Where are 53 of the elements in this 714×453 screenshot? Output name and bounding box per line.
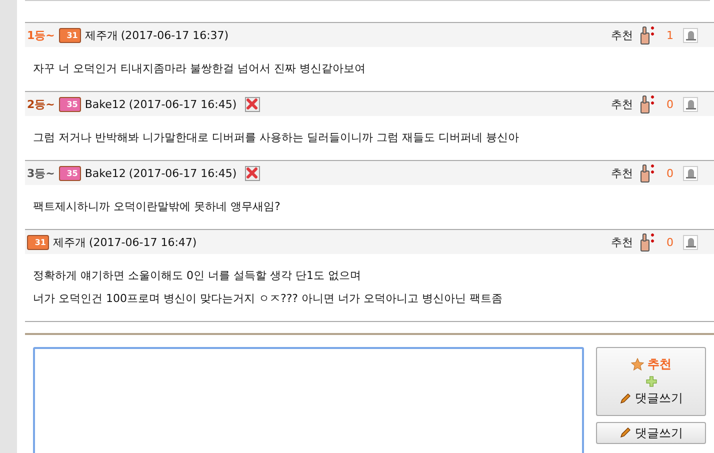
pencil-icon — [619, 427, 631, 439]
recommend-label: 추천 — [648, 356, 672, 373]
comment-author[interactable]: 제주개 — [84, 28, 118, 42]
comment-author[interactable]: Bake12 — [84, 98, 126, 110]
level-badge: 35 — [58, 96, 81, 112]
comment-time: (2017-06-17 16:47) — [89, 236, 197, 248]
siren-icon — [684, 167, 696, 179]
comment-time: (2017-06-17 16:45) — [128, 166, 237, 180]
close-icon — [246, 167, 258, 179]
recommend-label: 추천 — [611, 96, 633, 112]
report-button[interactable] — [683, 28, 698, 42]
comment-text: 팩트제시하니까 오덕이란말밖에 못하네 앵무새임? — [33, 199, 282, 215]
rank-label: 1등~ — [27, 28, 55, 42]
recommend-count: 1 — [666, 28, 674, 42]
comment-author[interactable]: Bake12 — [84, 166, 126, 180]
star-icon — [630, 358, 644, 371]
thumbs-up-icon[interactable] — [639, 94, 657, 114]
comment-text: 자꾸 너 오덕인거 티내지좀마라 불쌍한걸 넘어서 진짜 병신같아보여 — [33, 61, 366, 77]
plus-icon — [646, 376, 656, 387]
report-button[interactable] — [683, 96, 698, 112]
siren-icon — [684, 98, 696, 110]
rank-label: 3등~ — [27, 166, 55, 180]
recommend-count: 0 — [666, 236, 674, 248]
comment-time: (2017-06-17 16:37) — [120, 28, 229, 42]
report-button[interactable] — [683, 234, 698, 250]
recommend-write-button[interactable]: 추천 댓글쓰기 — [596, 347, 706, 416]
write-button[interactable]: 댓글쓰기 — [596, 422, 706, 444]
recommend-label: 추천 — [611, 234, 633, 250]
comment-text: 정확하게 얘기하면 소울이해도 0인 너를 설득할 생각 단1도 없으며 — [33, 268, 362, 284]
delete-button[interactable] — [244, 96, 260, 112]
level-badge: 31 — [27, 234, 49, 250]
thumbs-up-icon[interactable] — [639, 25, 657, 45]
level-badge: 31 — [58, 28, 81, 42]
comment-input[interactable] — [33, 347, 584, 453]
rank-label: 2등~ — [27, 96, 55, 112]
thumbs-up-icon[interactable] — [639, 163, 657, 183]
close-icon — [246, 98, 258, 110]
report-button[interactable] — [683, 166, 698, 180]
pencil-icon — [619, 392, 631, 404]
write-label: 댓글쓰기 — [635, 390, 683, 407]
recommend-label: 추천 — [611, 166, 633, 180]
comment-text: 그럼 저거나 반박해봐 니가말한대로 디버퍼를 사용하는 딜러들이니까 그럼 재들도 디버퍼네 븅신아 — [33, 130, 520, 146]
recommend-count: 0 — [666, 166, 674, 180]
level-badge: 35 — [58, 166, 81, 180]
comment-author[interactable]: 제주개 — [53, 234, 86, 250]
comment-text: 너가 오덕인건 100프로며 병신이 맞다는거지 ㅇㅈ??? 아니면 너가 오덕아니고 병신아닌 팩트좀 — [33, 291, 504, 307]
comment-time: (2017-06-17 16:45) — [128, 98, 237, 110]
siren-icon — [684, 29, 696, 41]
recommend-label: 추천 — [611, 28, 633, 42]
recommend-count: 0 — [666, 98, 674, 110]
delete-button[interactable] — [244, 166, 260, 180]
siren-icon — [684, 236, 696, 248]
thumbs-up-icon[interactable] — [639, 232, 657, 252]
